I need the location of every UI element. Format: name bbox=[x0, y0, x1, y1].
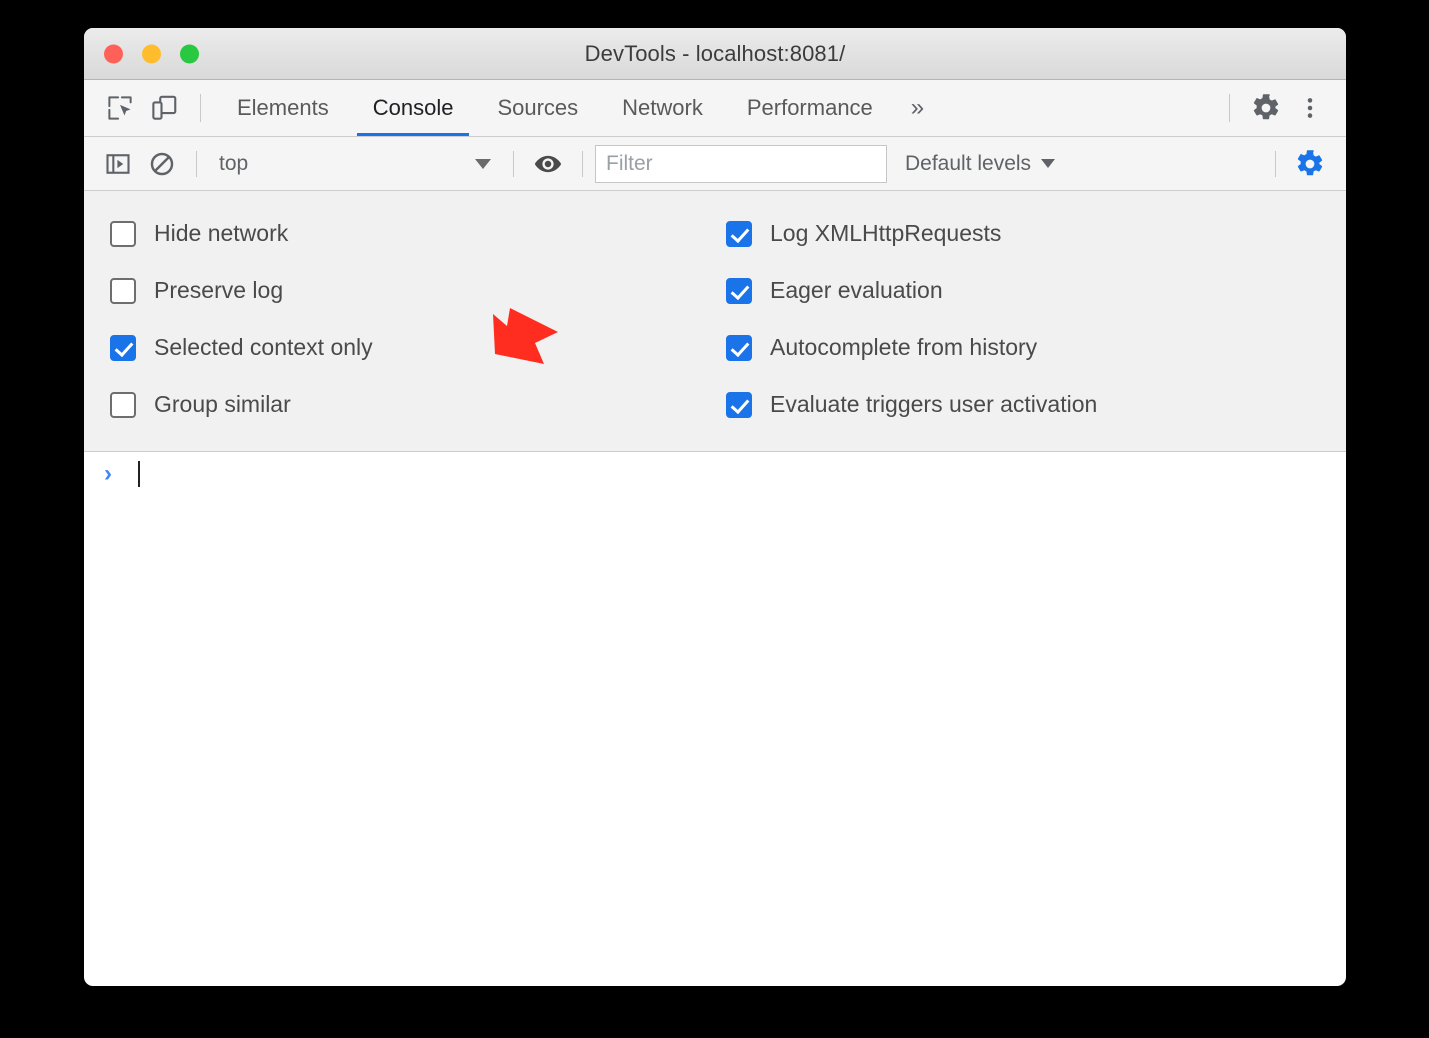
autocomplete-from-history-checkbox[interactable] bbox=[726, 335, 752, 361]
tabbar-divider bbox=[200, 94, 201, 122]
log-levels-label: Default levels bbox=[905, 152, 1031, 176]
more-tabs-chevron-icon[interactable]: » bbox=[895, 94, 940, 122]
clear-console-icon[interactable] bbox=[140, 142, 184, 186]
three-dot-menu-icon[interactable] bbox=[1288, 86, 1332, 130]
chevron-down-icon bbox=[475, 159, 491, 169]
group-similar-checkbox[interactable] bbox=[110, 392, 136, 418]
autocomplete-from-history-label: Autocomplete from history bbox=[770, 334, 1037, 361]
preserve-log-label: Preserve log bbox=[154, 277, 283, 304]
setting-preserve-log[interactable]: Preserve log bbox=[110, 262, 714, 319]
console-output-area[interactable]: › bbox=[84, 452, 1346, 496]
device-toolbar-icon[interactable] bbox=[142, 86, 186, 130]
execution-context-selector[interactable]: top bbox=[209, 147, 501, 181]
setting-hide-network[interactable]: Hide network bbox=[110, 205, 714, 262]
eager-evaluation-checkbox[interactable] bbox=[726, 278, 752, 304]
live-expression-eye-icon[interactable] bbox=[526, 142, 570, 186]
gear-icon[interactable] bbox=[1244, 86, 1288, 130]
toolbar-divider-2 bbox=[513, 151, 514, 177]
selected-context-only-checkbox[interactable] bbox=[110, 335, 136, 361]
preserve-log-checkbox[interactable] bbox=[110, 278, 136, 304]
inspect-element-icon[interactable] bbox=[98, 86, 142, 130]
console-settings-right-column: Log XMLHttpRequests Eager evaluation Aut… bbox=[714, 205, 1346, 433]
panel-tabs: Elements Console Sources Network Perform… bbox=[215, 80, 895, 136]
console-toolbar: top Default levels bbox=[84, 137, 1346, 191]
text-cursor bbox=[138, 461, 140, 487]
tab-performance-label: Performance bbox=[747, 95, 873, 121]
console-settings-left-column: Hide network Preserve log Selected conte… bbox=[84, 205, 714, 433]
log-levels-selector[interactable]: Default levels bbox=[905, 152, 1055, 176]
close-window-button[interactable] bbox=[104, 44, 123, 63]
console-prompt-row[interactable]: › bbox=[84, 452, 1346, 496]
tab-sources[interactable]: Sources bbox=[475, 80, 600, 136]
evaluate-triggers-user-activation-label: Evaluate triggers user activation bbox=[770, 391, 1097, 418]
tabbar-right-divider bbox=[1229, 94, 1230, 122]
prompt-chevron-icon: › bbox=[104, 462, 130, 486]
console-toolbar-right bbox=[1263, 142, 1346, 186]
group-similar-label: Group similar bbox=[154, 391, 291, 418]
toolbar-divider-1 bbox=[196, 151, 197, 177]
traffic-light-group bbox=[104, 44, 199, 63]
console-settings-gear-icon[interactable] bbox=[1288, 142, 1332, 186]
tab-sources-label: Sources bbox=[497, 95, 578, 121]
window-title: DevTools - localhost:8081/ bbox=[84, 41, 1346, 67]
eager-evaluation-label: Eager evaluation bbox=[770, 277, 943, 304]
console-settings-pane: Hide network Preserve log Selected conte… bbox=[84, 191, 1346, 452]
setting-autocomplete-from-history[interactable]: Autocomplete from history bbox=[726, 319, 1346, 376]
hide-network-checkbox[interactable] bbox=[110, 221, 136, 247]
tab-elements[interactable]: Elements bbox=[215, 80, 351, 136]
toolbar-divider-4 bbox=[1275, 151, 1276, 177]
tab-network[interactable]: Network bbox=[600, 80, 725, 136]
tab-console-label: Console bbox=[373, 95, 454, 121]
tab-performance[interactable]: Performance bbox=[725, 80, 895, 136]
log-xmlhttprequests-label: Log XMLHttpRequests bbox=[770, 220, 1001, 247]
devtools-tabbar: Elements Console Sources Network Perform… bbox=[84, 80, 1346, 137]
tab-console[interactable]: Console bbox=[351, 80, 476, 136]
execution-context-value: top bbox=[219, 152, 248, 176]
evaluate-triggers-user-activation-checkbox[interactable] bbox=[726, 392, 752, 418]
tabbar-right-actions bbox=[1215, 86, 1346, 130]
setting-eager-evaluation[interactable]: Eager evaluation bbox=[726, 262, 1346, 319]
console-sidebar-icon[interactable] bbox=[96, 142, 140, 186]
setting-group-similar[interactable]: Group similar bbox=[110, 376, 714, 433]
toolbar-divider-3 bbox=[582, 151, 583, 177]
chevron-down-icon bbox=[1041, 159, 1055, 168]
log-xmlhttprequests-checkbox[interactable] bbox=[726, 221, 752, 247]
hide-network-label: Hide network bbox=[154, 220, 288, 247]
setting-evaluate-triggers-user-activation[interactable]: Evaluate triggers user activation bbox=[726, 376, 1346, 433]
window-titlebar: DevTools - localhost:8081/ bbox=[84, 28, 1346, 80]
setting-log-xmlhttprequests[interactable]: Log XMLHttpRequests bbox=[726, 205, 1346, 262]
maximize-window-button[interactable] bbox=[180, 44, 199, 63]
setting-selected-context-only[interactable]: Selected context only bbox=[110, 319, 714, 376]
selected-context-only-label: Selected context only bbox=[154, 334, 373, 361]
devtools-window: DevTools - localhost:8081/ Elements bbox=[84, 28, 1346, 986]
tab-elements-label: Elements bbox=[237, 95, 329, 121]
minimize-window-button[interactable] bbox=[142, 44, 161, 63]
tab-network-label: Network bbox=[622, 95, 703, 121]
screenshot-root: DevTools - localhost:8081/ Elements bbox=[0, 0, 1429, 1038]
filter-input[interactable] bbox=[595, 145, 887, 183]
